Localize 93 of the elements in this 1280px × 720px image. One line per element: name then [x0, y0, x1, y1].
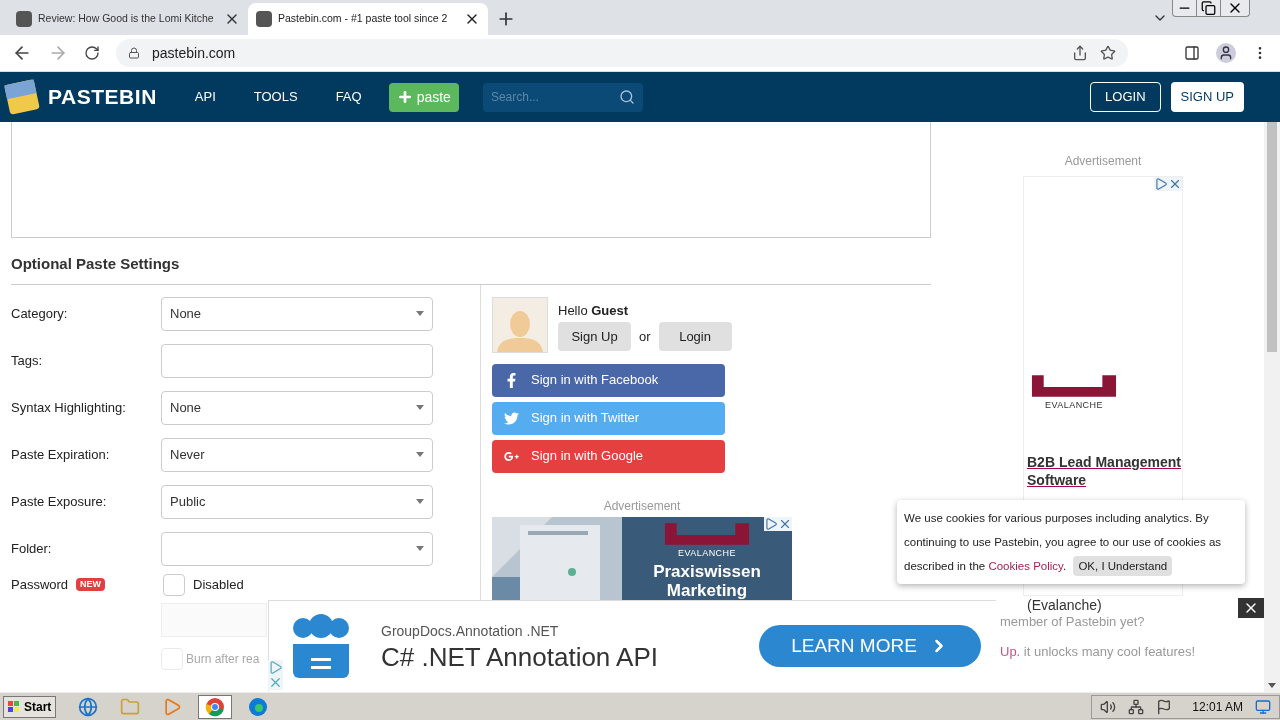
speaker-icon[interactable]: [1100, 698, 1117, 715]
section-heading: Optional Paste Settings: [11, 253, 931, 285]
url-text: pastebin.com: [152, 43, 237, 63]
ad-banner[interactable]: EVALANCHE Praxiswissen Marketing: [492, 516, 792, 601]
field-label: Syntax Highlighting:: [11, 398, 127, 417]
field-label: Paste Expiration:: [11, 445, 111, 464]
input-field[interactable]: [161, 343, 433, 378]
close-icon: [1168, 177, 1182, 191]
logo-text: EVALANCHE: [1045, 399, 1103, 412]
side-panel-icon[interactable]: [1184, 45, 1200, 61]
social-login-button[interactable]: Sign in with Facebook: [492, 363, 725, 397]
logo-icon: [1030, 373, 1118, 399]
accept-cookies-button[interactable]: OK, I Understand: [1073, 556, 1173, 576]
logo-text[interactable]: PASTEBIN: [48, 81, 157, 113]
field-label: Tags:: [11, 351, 44, 370]
dropdown-caret-icon: [416, 546, 424, 551]
show-desktop-icon[interactable]: [1255, 698, 1271, 715]
favicon-icon: [256, 11, 272, 27]
field-label: Paste Exposure:: [11, 492, 108, 511]
play-icon[interactable]: [162, 696, 183, 717]
lock-icon: [128, 47, 140, 59]
network-icon[interactable]: [1128, 698, 1145, 715]
bookmark-icon[interactable]: [1100, 45, 1116, 61]
field-label: Category:: [11, 304, 69, 323]
select-field[interactable]: None: [161, 296, 433, 331]
globe-icon[interactable]: [78, 696, 99, 717]
logo-icon: [663, 520, 751, 547]
select-field[interactable]: Never: [161, 437, 433, 472]
scrollbar-thumb[interactable]: [1267, 122, 1277, 352]
logo-text: EVALANCHE: [678, 546, 736, 560]
profile-icon[interactable]: [1216, 43, 1236, 63]
ad-label: Advertisement: [1063, 153, 1143, 170]
twitter-icon: [504, 410, 519, 426]
ad-choices-icon: [1154, 177, 1168, 191]
tab-title: Review: How Good is the Lomi Kitche: [38, 11, 215, 27]
checkbox[interactable]: [163, 573, 186, 596]
ad-headline: Marketing: [666, 581, 748, 600]
edge-icon[interactable]: [248, 696, 269, 717]
ad-choices-icon[interactable]: [268, 660, 283, 675]
faded-link[interactable]: Up.: [1000, 643, 1021, 659]
facebook-icon: [504, 372, 519, 388]
checkbox-label: Burn after rea: [186, 650, 260, 668]
bottom-ad[interactable]: GroupDocs.Annotation .NET C# .NET Annotation API LEARN MORE: [268, 600, 996, 691]
faded-text: Up. it unlocks many cool features!: [1000, 642, 1196, 661]
browser-tab[interactable]: Pastebin.com - #1 paste tool since 2: [248, 3, 488, 35]
clock-text: 12:01 AM: [1192, 698, 1243, 716]
start-button[interactable]: Start: [3, 695, 57, 718]
learn-more-button[interactable]: LEARN MORE: [759, 625, 981, 667]
favicon-icon: [16, 11, 32, 27]
reload-icon[interactable]: [84, 45, 100, 61]
dropdown-caret-icon: [416, 405, 424, 410]
search-icon: [618, 89, 635, 105]
nav-link[interactable]: TOOLS: [253, 87, 298, 107]
password-field[interactable]: [161, 602, 267, 637]
ad-link[interactable]: B2B Lead Management Software: [1027, 452, 1182, 489]
tab-title: Pastebin.com - #1 paste tool since 2: [278, 11, 449, 27]
ad-choices-icon: [764, 516, 778, 531]
share-icon[interactable]: [1072, 45, 1088, 61]
dropdown-caret-icon: [416, 452, 424, 457]
scroll-down-icon: [1268, 683, 1276, 688]
select-field[interactable]: Public: [161, 484, 433, 519]
faded-text: member of Pastebin yet?: [1000, 613, 1146, 631]
dropdown-caret-icon: [416, 311, 424, 316]
address-field[interactable]: pastebin.com: [116, 39, 1128, 67]
login-button[interactable]: LOGIN: [1090, 82, 1161, 112]
windows-logo-icon: [8, 700, 20, 713]
select-field[interactable]: [161, 531, 433, 566]
ad-brand: GroupDocs.Annotation .NET: [381, 621, 560, 641]
social-login-button[interactable]: Sign in with Google: [492, 439, 725, 473]
greeting-text: Hello Guest: [558, 301, 630, 320]
sign-up-button[interactable]: SIGN UP: [1170, 82, 1244, 112]
field-label: Folder:: [11, 539, 53, 558]
browser-tab[interactable]: Review: How Good is the Lomi Kitche: [8, 3, 248, 35]
ad-label: Advertisement: [602, 497, 682, 515]
select-field[interactable]: None: [161, 390, 433, 425]
logo-icon: [4, 79, 40, 115]
new-badge: NEW: [76, 577, 106, 592]
checkbox-label: Disabled: [193, 575, 244, 594]
sign-up-button[interactable]: Sign Up: [558, 322, 631, 351]
ad-headline: Praxiswissen: [653, 562, 761, 581]
dropdown-caret-icon: [416, 499, 424, 504]
plus-icon: [396, 89, 413, 105]
ad-text: (Evalanche): [1027, 595, 1103, 615]
field-label: Password: [11, 575, 69, 594]
nav-link[interactable]: API: [194, 87, 216, 107]
or-text: or: [639, 327, 651, 346]
ad-headline: C# .NET Annotation API: [381, 641, 659, 672]
close-ad-button[interactable]: [1238, 598, 1264, 618]
chrome-icon[interactable]: [205, 696, 226, 717]
nav-link[interactable]: FAQ: [335, 87, 362, 107]
flag-icon[interactable]: [1156, 698, 1173, 715]
taskbar-app[interactable]: [198, 694, 233, 719]
login-button[interactable]: Login: [658, 322, 732, 351]
